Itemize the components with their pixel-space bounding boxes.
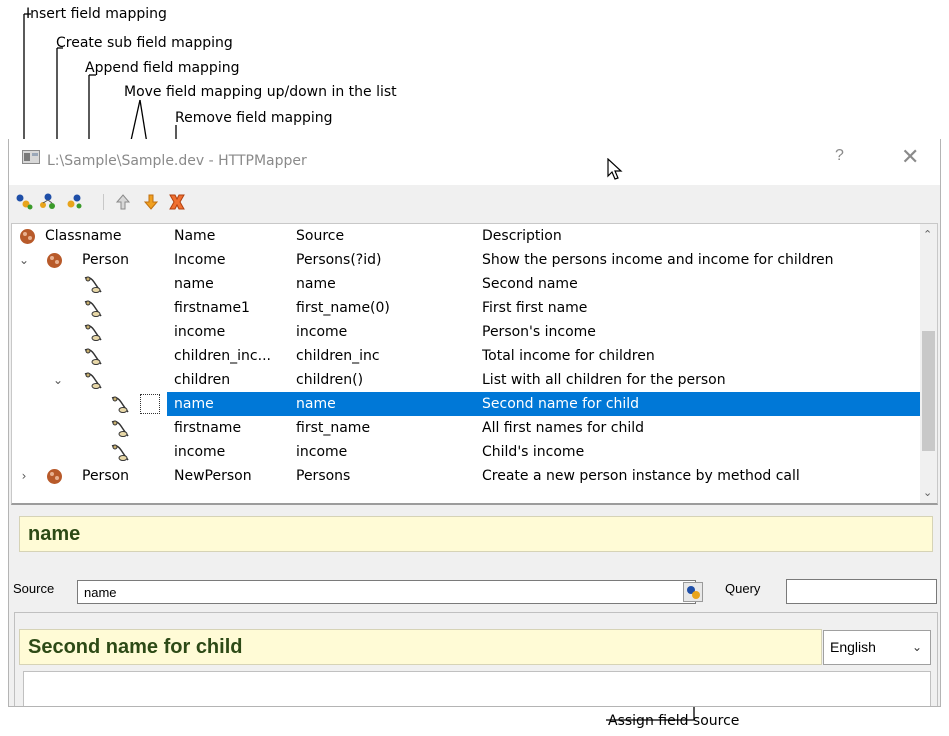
chevron-down-icon[interactable]: ⌄ (18, 253, 30, 267)
chevron-down-icon: ⌄ (911, 640, 922, 654)
row-source: children_inc (296, 348, 380, 364)
window-title: L:\Sample\Sample.dev - HTTPMapper (47, 153, 307, 169)
row-description: List with all children for the person (482, 372, 726, 388)
column-header-description[interactable]: Description (482, 224, 562, 248)
focus-rect (140, 394, 160, 414)
row-description: Second name (482, 276, 578, 292)
tree-row[interactable]: › Person NewPerson Persons Create a new … (12, 464, 922, 488)
field-mapping-icon (84, 300, 102, 317)
source-label: Source (13, 581, 55, 596)
row-source: name (296, 276, 336, 292)
assign-field-source-button[interactable] (683, 582, 703, 602)
scrollbar-thumb[interactable] (922, 331, 935, 451)
tree-row[interactable]: income income Person's income (12, 320, 922, 344)
row-description: Child's income (482, 444, 585, 460)
source-input[interactable]: name (77, 580, 696, 604)
row-source: Persons (296, 468, 351, 484)
tree-row-selected[interactable]: name name Second name for child (12, 392, 927, 416)
row-name: income (174, 324, 226, 340)
row-name: NewPerson (174, 468, 252, 484)
tree-row[interactable]: ⌄ Person Income Persons(?id) Show the pe… (12, 248, 922, 272)
help-button[interactable]: ? (835, 147, 844, 165)
description-display: Second name for child (19, 629, 822, 665)
language-value: English (830, 639, 876, 655)
row-name: firstname (174, 420, 242, 436)
query-input[interactable] (786, 579, 937, 604)
query-label: Query (725, 581, 761, 596)
move-down-icon[interactable] (141, 192, 161, 212)
row-name: Income (174, 252, 226, 268)
row-source: first_name(0) (296, 300, 390, 316)
chevron-right-icon[interactable]: › (18, 469, 30, 483)
column-header-source[interactable]: Source (296, 224, 344, 248)
row-description: Create a new person instance by method c… (482, 468, 800, 484)
class-icon (47, 253, 62, 268)
move-up-icon[interactable] (113, 192, 133, 212)
row-name: children_inc... (174, 348, 271, 364)
row-description: Second name for child (482, 396, 640, 412)
row-description: Total income for children (482, 348, 655, 364)
tree-row[interactable]: ⌄ children children() List with all chil… (12, 368, 922, 392)
row-source: income (296, 324, 348, 340)
row-name: income (174, 444, 226, 460)
field-mapping-icon (111, 444, 129, 461)
row-source: name (296, 396, 336, 412)
tree-row[interactable]: firstname1 first_name(0) First first nam… (12, 296, 922, 320)
row-source: first_name (296, 420, 371, 436)
chevron-down-icon[interactable]: ⌄ (52, 373, 64, 387)
scroll-down-icon[interactable]: ⌄ (923, 486, 932, 499)
column-header-name[interactable]: Name (174, 224, 215, 248)
row-source: children() (296, 372, 364, 388)
row-classname: Person (82, 252, 130, 268)
field-mapping-icon (84, 276, 102, 293)
scroll-up-icon[interactable]: ⌃ (923, 228, 932, 241)
row-description: All first names for child (482, 420, 644, 436)
create-sub-field-mapping-icon[interactable] (38, 192, 58, 212)
row-name: firstname1 (174, 300, 250, 316)
toolbar (9, 185, 940, 217)
row-classname: Person (82, 468, 130, 484)
insert-field-mapping-icon[interactable] (14, 192, 34, 212)
mouse-cursor-icon (607, 158, 623, 180)
tree-row[interactable]: firstname first_name All first names for… (12, 416, 922, 440)
field-mapping-icon (84, 348, 102, 365)
language-select[interactable]: English ⌄ (823, 630, 931, 665)
remove-field-mapping-icon[interactable] (167, 192, 187, 212)
field-mapping-icon (84, 324, 102, 341)
tree-row[interactable]: name name Second name (12, 272, 922, 296)
row-name: children (174, 372, 231, 388)
append-field-mapping-icon[interactable] (64, 192, 84, 212)
field-mapping-icon (111, 420, 129, 437)
tree-row[interactable]: income income Child's income (12, 440, 922, 464)
column-header-classname[interactable]: Classname (45, 224, 122, 248)
toolbar-separator (103, 194, 104, 210)
class-icon (47, 469, 62, 484)
title-bar: L:\Sample\Sample.dev - HTTPMapper ? ✕ (9, 139, 940, 185)
row-name: name (174, 276, 214, 292)
field-name-display: name (19, 516, 933, 552)
row-description: Person's income (482, 324, 596, 340)
vertical-scrollbar[interactable]: ⌃ ⌄ (920, 224, 937, 503)
field-mapping-icon (111, 396, 129, 413)
app-icon (22, 150, 40, 164)
row-source: income (296, 444, 348, 460)
class-icon (20, 229, 35, 244)
row-description: Show the persons income and income for c… (482, 252, 834, 268)
row-name: name (174, 396, 214, 412)
close-button[interactable]: ✕ (901, 145, 919, 170)
tree-row[interactable]: children_inc... children_inc Total incom… (12, 344, 922, 368)
field-mapping-tree[interactable]: Classname Name Source Description ⌄ Pers… (11, 223, 938, 505)
tree-header-row: Classname Name Source Description (12, 224, 922, 248)
field-mapping-icon (84, 372, 102, 389)
row-description: First first name (482, 300, 588, 316)
row-source: Persons(?id) (296, 252, 382, 268)
httpmapper-window: L:\Sample\Sample.dev - HTTPMapper ? ✕ Cl… (8, 139, 941, 707)
description-textarea[interactable] (23, 671, 931, 706)
